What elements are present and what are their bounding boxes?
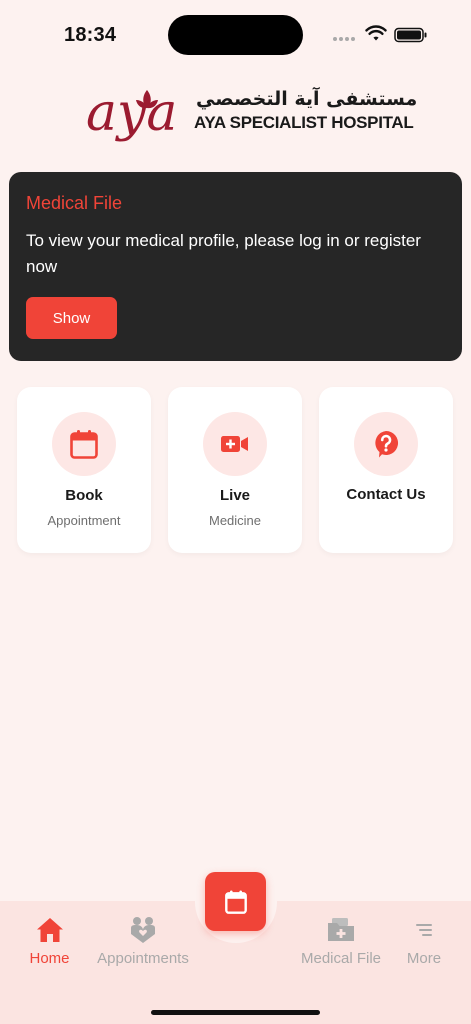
home-icon: [36, 918, 63, 942]
nav-label-more: More: [406, 950, 442, 967]
calendar-icon: [70, 430, 98, 459]
dynamic-island: [168, 15, 303, 55]
book-appointment-fab[interactable]: [205, 872, 266, 931]
battery-icon: [394, 27, 427, 43]
status-bar: 18:34: [0, 0, 471, 70]
medical-folder-icon: [328, 918, 354, 941]
menu-lines-icon: [416, 924, 432, 936]
medical-file-message: To view your medical profile, please log…: [26, 231, 421, 276]
book-subtitle: Appointment: [47, 513, 121, 528]
contact-us-card[interactable]: Contact Us: [319, 387, 453, 553]
question-chat-icon: [375, 430, 399, 458]
contact-us-title: Contact Us: [346, 486, 426, 503]
aya-logo-mark: aya: [86, 83, 177, 143]
book-title: Book: [65, 487, 103, 504]
medical-file-title: Medical File: [26, 193, 123, 213]
cellular-signal-icon: [333, 37, 355, 41]
nav-item-medical-file[interactable]: Medical File: [297, 915, 385, 967]
calendar-icon-circle: [52, 412, 116, 476]
book-appointment-card[interactable]: Book Appointment: [17, 387, 151, 553]
calendar-icon: [224, 890, 247, 914]
video-icon-circle: [203, 412, 267, 476]
live-title: Live: [219, 487, 250, 504]
live-subtitle: Medicine: [208, 513, 262, 528]
medical-file-card: Medical File To view your medical profil…: [9, 172, 462, 361]
home-indicator: [151, 1010, 320, 1015]
show-button[interactable]: Show: [26, 297, 117, 339]
nav-label-appointments: Appointments: [97, 950, 189, 967]
nav-label-medical-file: Medical File: [300, 950, 382, 967]
nav-item-more[interactable]: More: [405, 915, 443, 967]
status-time: 18:34: [64, 24, 117, 46]
wifi-icon: [365, 25, 387, 41]
svg-text:aya: aya: [86, 83, 177, 143]
live-medicine-card[interactable]: Live Medicine: [168, 387, 302, 553]
logo-arabic-name: مستشفى آية التخصصي: [196, 88, 418, 110]
video-medical-icon: [221, 436, 248, 452]
logo-english-name: AYA SPECIALIST HOSPITAL: [194, 113, 414, 132]
nav-item-appointments[interactable]: Appointments: [92, 915, 194, 967]
nav-item-home[interactable]: Home: [28, 915, 71, 967]
appointments-icon: [131, 917, 155, 943]
nav-label-home: Home: [29, 950, 70, 967]
question-icon-circle: [354, 412, 418, 476]
